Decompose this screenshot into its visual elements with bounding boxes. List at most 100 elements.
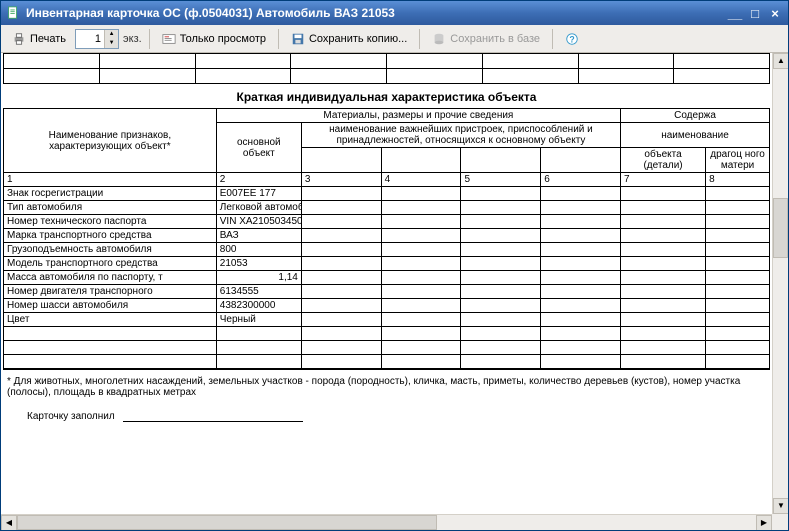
row-cell [706,215,770,229]
scroll-up-icon[interactable]: ▲ [773,53,788,69]
row-cell [301,229,381,243]
save-copy-button[interactable]: Сохранить копию... [284,28,414,50]
row-cell [381,243,461,257]
row-cell [541,187,621,201]
row-main: Е007ЕЕ 177 [216,187,301,201]
table-row [4,341,770,355]
scroll-left-icon[interactable]: ◀ [1,515,17,530]
colnum: 5 [461,173,541,187]
row-cell [541,285,621,299]
signature-line: Карточку заполнил [3,400,770,424]
row-label: Масса автомобиля по паспорту, т [4,271,217,285]
copies-suffix: экз. [121,33,144,45]
scroll-track[interactable] [773,69,788,498]
row-cell [621,313,706,327]
table-row: Номер двигателя транспорного6134555 [4,285,770,299]
row-cell [461,313,541,327]
row-main: 4382300000 [216,299,301,313]
row-main: ВАЗ [216,229,301,243]
row-main: 800 [216,243,301,257]
svg-text:?: ? [569,34,574,44]
row-cell [706,229,770,243]
characteristics-table: Наименование признаков, характеризующих … [3,108,770,369]
row-cell [706,313,770,327]
row-cell [706,257,770,271]
row-label: Грузоподъемность автомобиля [4,243,217,257]
row-main: VIN ХА210503450209463 [216,215,301,229]
view-only-label: Только просмотр [180,33,266,45]
colnum: 3 [301,173,381,187]
row-cell [706,201,770,215]
table-row: Номер шасси автомобиля4382300000 [4,299,770,313]
save-copy-icon [291,32,305,46]
horizontal-scrollbar[interactable]: ◀ ▶ [1,514,772,530]
row-cell [461,187,541,201]
copies-spinner[interactable]: ▲ ▼ [75,29,119,49]
row-cell [461,201,541,215]
toolbar-separator [278,29,279,49]
row-cell [706,285,770,299]
minimize-button[interactable]: __ [726,5,744,21]
scroll-thumb[interactable] [17,515,437,530]
scroll-down-icon[interactable]: ▼ [773,498,788,514]
header-sub-6 [541,148,621,173]
view-only-icon [162,32,176,46]
doc-icon [5,5,21,21]
sign-label: Карточку заполнил [27,411,115,422]
top-blank-grid [3,53,770,84]
vertical-scrollbar[interactable]: ▲ ▼ [772,53,788,514]
header-naming: наименование [621,123,770,148]
row-cell [381,187,461,201]
row-cell [541,215,621,229]
header-obj-details: объекта (детали) [621,148,706,173]
view-only-button[interactable]: Только просмотр [155,28,273,50]
toolbar-separator [149,29,150,49]
header-sub-5 [461,148,541,173]
row-cell [301,285,381,299]
row-label: Цвет [4,313,217,327]
scroll-track[interactable] [17,515,756,530]
row-cell [706,243,770,257]
row-label: Номер технического паспорта [4,215,217,229]
spinner-down-icon[interactable]: ▼ [104,39,118,48]
close-button[interactable]: × [766,5,784,21]
toolbar: Печать ▲ ▼ экз. Только просмотр Сохранит… [1,25,788,53]
app-window: Инвентарная карточка ОС (ф.0504031) Авто… [0,0,789,531]
save-copy-label: Сохранить копию... [309,33,407,45]
row-cell [706,271,770,285]
colnum: 6 [541,173,621,187]
colnum: 7 [621,173,706,187]
row-label: Марка транспортного средства [4,229,217,243]
scroll-thumb[interactable] [773,198,788,258]
row-cell [381,229,461,243]
window-title: Инвентарная карточка ОС (ф.0504031) Авто… [26,6,724,20]
row-cell [301,215,381,229]
row-cell [381,257,461,271]
help-button[interactable]: ? [558,28,586,50]
table-row: Модель транспортного средства21053 [4,257,770,271]
spinner-up-icon[interactable]: ▲ [104,30,118,39]
colnum: 1 [4,173,217,187]
print-button[interactable]: Печать [5,28,73,50]
row-cell [541,271,621,285]
row-cell [301,257,381,271]
maximize-button[interactable]: □ [746,5,764,21]
header-main-obj: основной объект [216,123,301,173]
row-cell [381,285,461,299]
row-cell [381,215,461,229]
row-cell [461,271,541,285]
table-row [4,355,770,369]
copies-input[interactable] [76,30,104,48]
row-cell [541,229,621,243]
titlebar: Инвентарная карточка ОС (ф.0504031) Авто… [1,1,788,25]
row-label: Модель транспортного средства [4,257,217,271]
table-row: Грузоподъемность автомобиля800 [4,243,770,257]
header-sub-4 [381,148,461,173]
colnum: 8 [706,173,770,187]
colnum: 2 [216,173,301,187]
row-cell [301,271,381,285]
row-cell [621,257,706,271]
scroll-right-icon[interactable]: ▶ [756,515,772,530]
row-cell [461,285,541,299]
row-cell [461,299,541,313]
